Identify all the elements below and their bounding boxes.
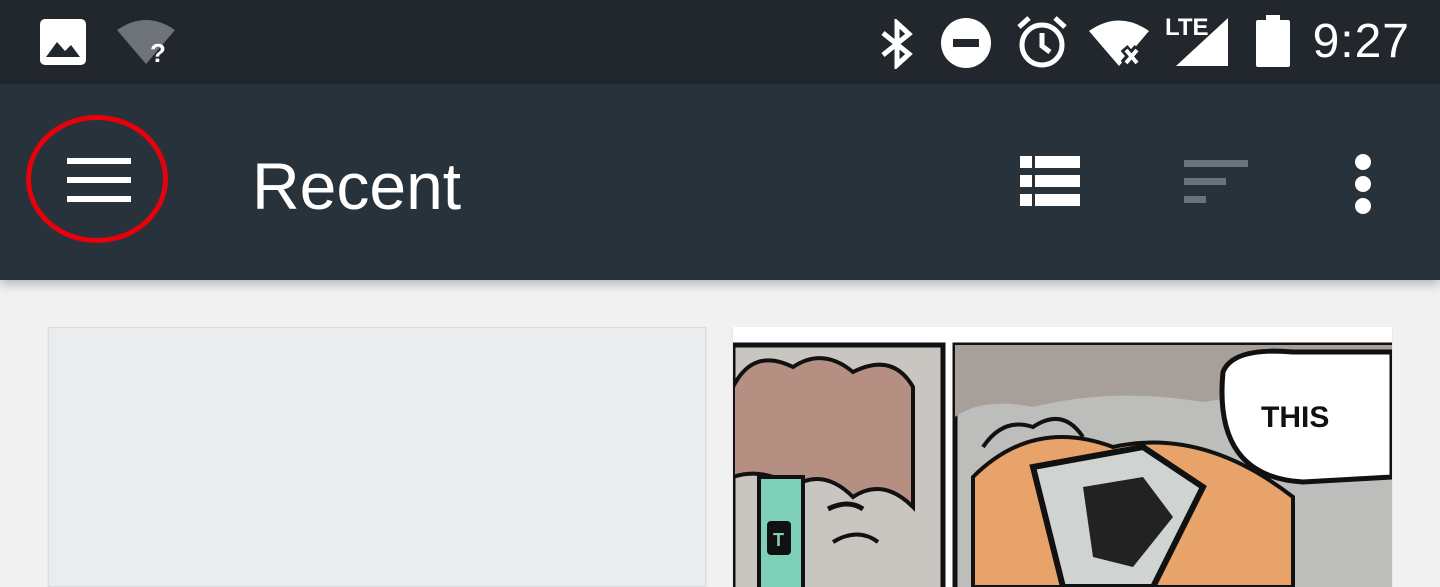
- hamburger-menu-icon: [67, 158, 131, 202]
- wifi-unknown-icon: ?: [117, 20, 175, 66]
- sort-button[interactable]: [1168, 142, 1264, 222]
- svg-text:?: ?: [150, 38, 166, 66]
- bluetooth-icon: [881, 19, 913, 69]
- comic-badge-text: T: [773, 530, 784, 550]
- list-view-icon: [1020, 156, 1080, 206]
- app-bar: Recent: [0, 84, 1440, 280]
- page-title: Recent: [252, 149, 462, 223]
- wifi-off-icon: [1089, 20, 1149, 67]
- comic-thumbnail: T THIS: [733, 327, 1392, 587]
- status-bar: ? LTE 9:27: [0, 0, 1440, 84]
- file-card[interactable]: T THIS: [733, 327, 1392, 587]
- list-view-button[interactable]: [1004, 142, 1096, 222]
- battery-icon: [1256, 15, 1290, 67]
- alarm-icon: [1017, 16, 1067, 68]
- image-icon: [40, 19, 86, 65]
- cell-signal-icon: [1176, 18, 1228, 66]
- thumbnail-placeholder: [49, 328, 705, 586]
- clock-time: 9:27: [1312, 15, 1410, 68]
- recent-files-grid: T THIS: [0, 280, 1440, 587]
- more-options-button[interactable]: [1328, 142, 1398, 228]
- navigation-menu-button[interactable]: [40, 130, 156, 230]
- more-options-icon: [1355, 154, 1371, 214]
- sort-icon: [1184, 160, 1248, 203]
- speech-bubble-text: THIS: [1261, 401, 1329, 434]
- file-card[interactable]: [48, 327, 706, 587]
- do-not-disturb-icon: [941, 18, 991, 68]
